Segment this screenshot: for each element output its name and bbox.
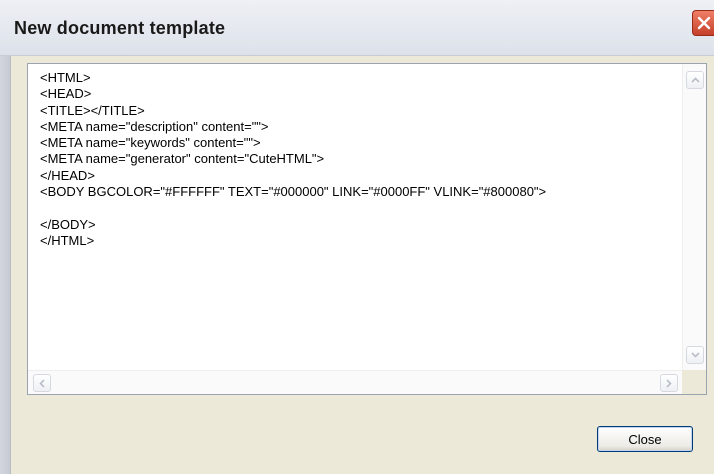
window-title: New document template: [14, 18, 226, 38]
arrow-left-icon[interactable]: [33, 374, 51, 392]
template-text[interactable]: <HTML> <HEAD> <TITLE></TITLE> <META name…: [40, 70, 678, 370]
close-button[interactable]: Close: [597, 426, 693, 452]
horizontal-scrollbar[interactable]: [28, 370, 682, 394]
window-frame-left: [0, 56, 11, 474]
arrow-up-icon[interactable]: [686, 71, 704, 89]
template-editor[interactable]: <HTML> <HEAD> <TITLE></TITLE> <META name…: [27, 63, 707, 395]
vertical-scrollbar[interactable]: [682, 64, 706, 370]
title-bar[interactable]: New document template: [0, 0, 714, 56]
dialog-window: New document template <HTML> <HEAD> <TIT…: [0, 0, 714, 474]
arrow-down-icon[interactable]: [686, 346, 704, 364]
arrow-right-icon[interactable]: [660, 374, 678, 392]
close-icon[interactable]: [692, 10, 714, 36]
scrollbar-corner: [682, 370, 706, 394]
